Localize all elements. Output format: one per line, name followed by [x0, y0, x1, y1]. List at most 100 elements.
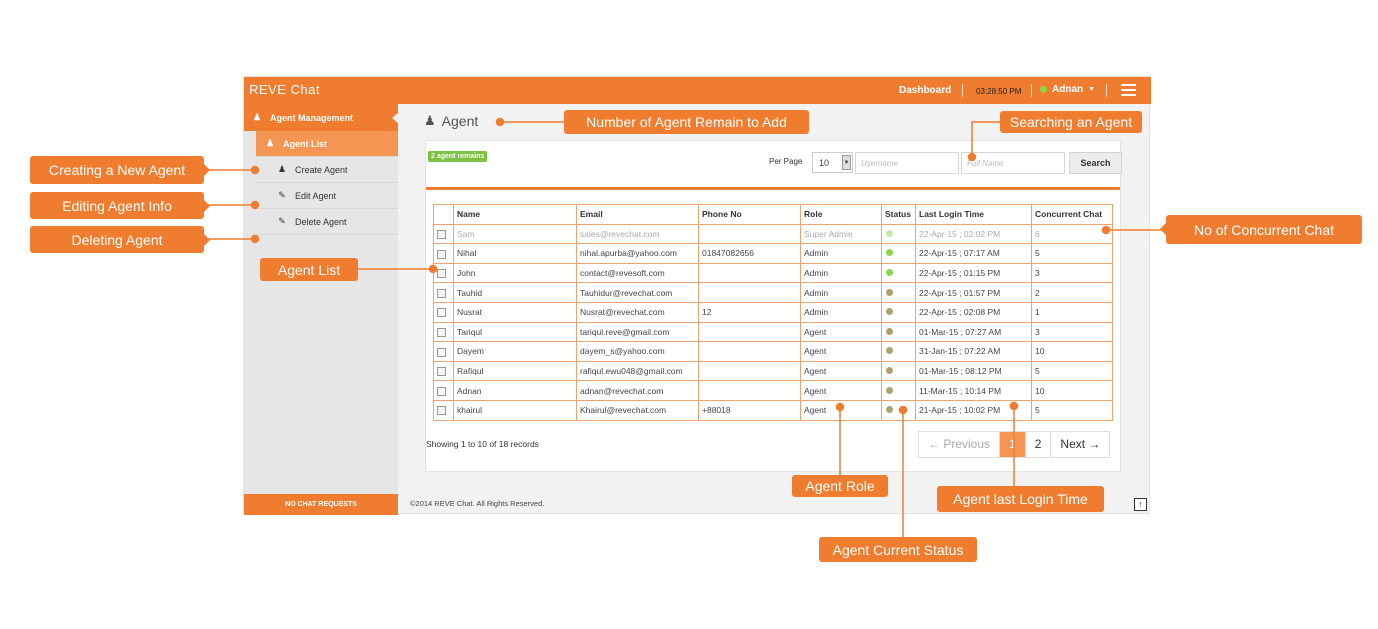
online-status-icon	[1040, 86, 1047, 93]
status-dot-icon	[886, 308, 893, 316]
callout-text: Editing Agent Info	[62, 197, 172, 214]
callout-notch	[204, 200, 210, 212]
column-header-role[interactable]: Role	[800, 204, 882, 225]
username-input[interactable]: Username	[855, 152, 959, 174]
cell-phone	[698, 223, 801, 245]
row-checkbox-box[interactable]	[437, 347, 446, 357]
edit-icon: ✎	[278, 190, 286, 200]
row-checkbox[interactable]	[433, 380, 454, 401]
cell-last-login: 01-Mar-15 ; 07:27 AM	[915, 321, 1032, 343]
cell-email: dayem_s@yahoo.com	[576, 341, 699, 362]
row-checkbox-box[interactable]	[437, 269, 446, 279]
cell-status	[881, 243, 916, 264]
column-header-name[interactable]: Name	[453, 204, 577, 225]
table-row[interactable]: Rafiqul rafiqul.ewu048@gmail.com Agent 01-M…	[433, 360, 1113, 382]
cell-email: rafiqul.ewu048@gmail.com	[576, 360, 699, 382]
row-checkbox-box[interactable]	[437, 308, 446, 318]
cell-status	[881, 262, 916, 284]
callout-agent-role: Agent Role	[792, 475, 888, 497]
scroll-to-top-icon[interactable]: ↑	[1134, 498, 1147, 511]
column-header-concurrent-chat[interactable]: Concurrent Chat	[1031, 204, 1113, 225]
sidebar-item-create-agent[interactable]: ♟ Create Agent	[256, 157, 398, 183]
status-dot-icon	[886, 367, 893, 375]
cell-name: Nusrat	[453, 301, 577, 323]
row-checkbox-box[interactable]	[437, 230, 446, 240]
divider	[1106, 84, 1107, 97]
table-row[interactable]: Tauhid Tauhidur@revechat.com Admin 22-Apr-1…	[433, 282, 1113, 303]
callout-deleting-agent: Deleting Agent	[30, 226, 210, 253]
cell-name: John	[453, 262, 577, 284]
cell-name: Tariqul	[453, 321, 577, 343]
orange-divider	[426, 187, 1120, 190]
cell-last-login: 22-Apr-15 ; 02:02 PM	[915, 223, 1032, 245]
sidebar-item-delete-agent[interactable]: ✎ Delete Agent	[256, 209, 398, 235]
chat-requests-status[interactable]: NO CHAT REQUESTS	[244, 494, 398, 515]
cell-last-login: 31-Jan-15 ; 07:22 AM	[915, 341, 1032, 362]
row-checkbox-box[interactable]	[437, 249, 446, 259]
page-1-button[interactable]: 1	[999, 432, 1025, 457]
row-checkbox[interactable]	[433, 223, 454, 245]
table-row[interactable]: John contact@revesoft.com Admin 22-Apr-15 ;…	[433, 262, 1113, 284]
agent-panel: 2 agent remains Per Page 10 ▼ Username F…	[425, 140, 1122, 472]
callout-creating-agent: Creating a New Agent	[30, 156, 210, 184]
callout-agent-remain: Number of Agent Remain to Add	[564, 110, 809, 134]
page-title: ♟ Agent	[424, 113, 478, 129]
table-row[interactable]: khairul Khairul@revechat.com +88018 Agent 21…	[433, 399, 1113, 421]
nav-dashboard-link[interactable]: Dashboard	[899, 85, 951, 96]
cell-concurrent-chat: 3	[1031, 321, 1113, 343]
cell-phone	[698, 262, 801, 284]
sidebar-item-edit-agent[interactable]: ✎ Edit Agent	[256, 183, 398, 209]
row-checkbox[interactable]	[433, 341, 454, 362]
row-checkbox-box[interactable]	[437, 386, 446, 396]
search-button[interactable]: Search	[1069, 152, 1122, 174]
copyright-footer: ©2014 REVE Chat. All Rights Reserved.	[410, 499, 545, 508]
column-header-status[interactable]: Status	[881, 204, 916, 225]
table-row[interactable]: Nusrat Nusrat@revechat.com 12 Admin 22-Apr-1…	[433, 301, 1113, 323]
table-row[interactable]: Dayem dayem_s@yahoo.com Agent 31-Jan-15 ; 0…	[433, 341, 1113, 362]
row-checkbox[interactable]	[433, 301, 454, 323]
agent-table: Name Email Phone No Role Status Last Log…	[433, 204, 1113, 421]
row-checkbox[interactable]	[433, 262, 454, 284]
row-checkbox-box[interactable]	[437, 288, 446, 298]
row-checkbox-box[interactable]	[437, 327, 446, 337]
app-window: REVE Chat Dashboard 03:28:50 PM Adnan ▼ …	[243, 76, 1151, 515]
cell-role: Agent	[800, 380, 882, 401]
menu-icon[interactable]	[1121, 84, 1136, 96]
select-all-header	[433, 204, 454, 225]
page-2-button[interactable]: 2	[1024, 432, 1051, 457]
row-checkbox[interactable]	[433, 282, 454, 303]
fullname-input[interactable]: Full Name	[961, 152, 1065, 174]
status-dot-icon	[886, 386, 893, 394]
row-checkbox[interactable]	[433, 243, 454, 264]
table-row[interactable]: Adnan adnan@revechat.com Agent 11-Mar-15 ; …	[433, 380, 1113, 401]
cell-name: Rafiqul	[453, 360, 577, 382]
cell-status	[881, 223, 916, 245]
next-page-button[interactable]: Next →	[1050, 432, 1109, 457]
row-checkbox[interactable]	[433, 399, 454, 421]
sidebar-item-label: Agent List	[283, 138, 327, 149]
row-checkbox[interactable]	[433, 360, 454, 382]
per-page-select[interactable]: 10 ▼	[812, 152, 853, 173]
cell-concurrent-chat: 5	[1031, 243, 1113, 264]
cell-last-login: 22-Apr-15 ; 01:15 PM	[915, 262, 1032, 284]
previous-page-button[interactable]: ← Previous	[919, 432, 999, 457]
user-menu[interactable]: Adnan ▼	[1040, 84, 1095, 95]
cell-concurrent-chat: 2	[1031, 282, 1113, 303]
table-row[interactable]: Tariqul tariqul.reve@gmail.com Agent 01-Mar…	[433, 321, 1113, 343]
cell-last-login: 22-Apr-15 ; 07:17 AM	[915, 243, 1032, 264]
table-row[interactable]: Nihal nihal.apurba@yahoo.com 01847082656 Ad…	[433, 243, 1113, 264]
row-checkbox[interactable]	[433, 321, 454, 343]
sidebar-item-agent-list[interactable]: ♟ Agent List	[256, 131, 398, 157]
cell-role: Admin	[800, 262, 882, 284]
column-header-phone[interactable]: Phone No	[698, 204, 801, 225]
row-checkbox-box[interactable]	[437, 406, 446, 416]
status-dot-icon	[886, 406, 893, 414]
column-header-email[interactable]: Email	[576, 204, 699, 225]
row-checkbox-box[interactable]	[437, 367, 446, 377]
table-row[interactable]: Sam sales@revechat.com Super Admin 22-Apr-1…	[433, 223, 1113, 245]
cell-phone	[698, 341, 801, 362]
column-header-last-login[interactable]: Last Login Time	[915, 204, 1032, 225]
sidebar-section-agent-management[interactable]: ♟ Agent Management	[244, 104, 399, 131]
table-header-row: Name Email Phone No Role Status Last Log…	[433, 204, 1113, 225]
per-page-label: Per Page	[769, 157, 803, 166]
